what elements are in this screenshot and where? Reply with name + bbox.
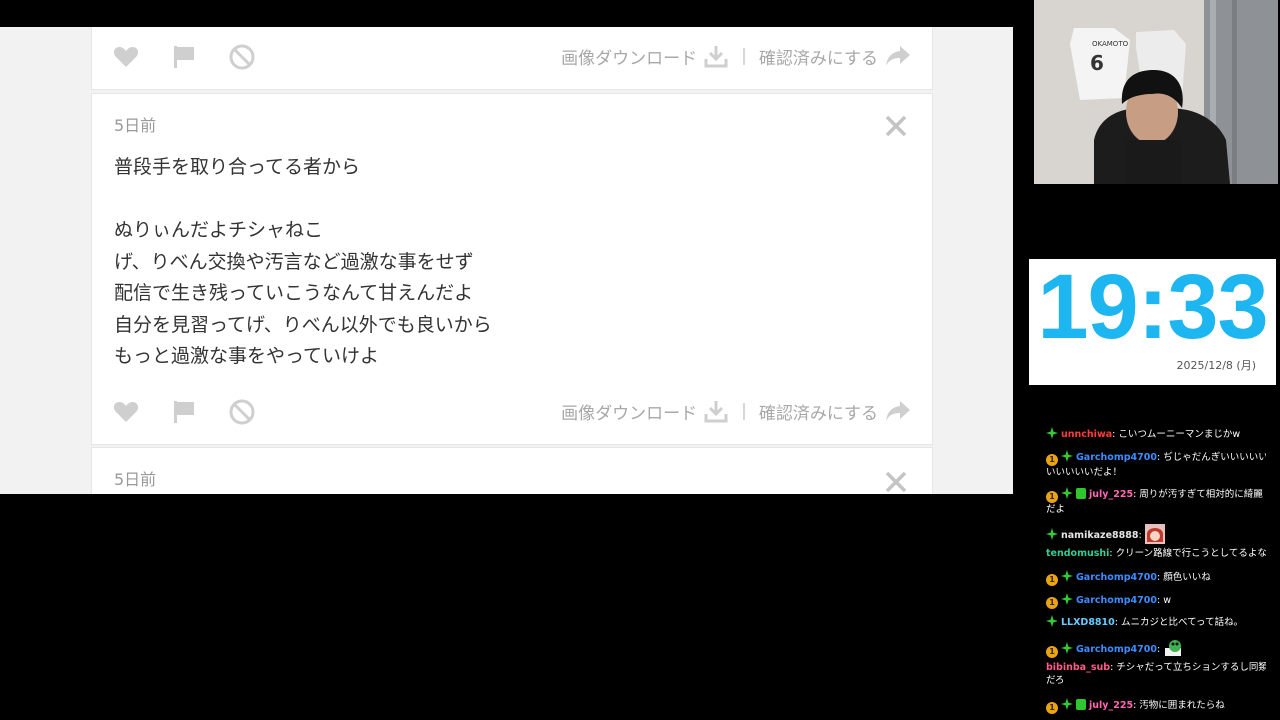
flag-icon[interactable] [170, 398, 198, 426]
chat-username[interactable]: july_225 [1089, 700, 1133, 711]
chat-username[interactable]: july_225 [1089, 489, 1133, 500]
chat-message: LLXD8810: ムニカジと比べてって話ね。 [1046, 615, 1266, 629]
chat-message: unnchiwa: こいつムーニーマンまじかw [1046, 427, 1266, 441]
chat-text: w [1163, 595, 1171, 606]
chat-message: tendomushi: クリーン路線で行こうとしてるよな [1046, 547, 1266, 560]
browser-viewport: 画像ダウンロード | 確認済みにする 5日前 普段手を取り合ってる者から ぬりぃん… [0, 27, 1013, 494]
chat-message: namikaze8888: [1046, 524, 1266, 544]
star-badge-icon [1061, 642, 1073, 654]
subscriber-badge-icon: 1 [1046, 491, 1058, 503]
close-icon[interactable] [884, 470, 908, 494]
chat-text: 汚物に囲まれたらね [1139, 700, 1225, 711]
download-icon[interactable] [703, 398, 729, 424]
message-line: ぬりぃんだよチシャねこ [114, 219, 324, 241]
chat-username[interactable]: Garchomp4700 [1076, 452, 1157, 463]
close-icon[interactable] [884, 114, 908, 138]
chat-username[interactable]: tendomushi [1046, 548, 1109, 559]
clock-date: 2025/12/8 (月) [1176, 359, 1256, 372]
webcam-feed: OKAMOTO 6 [1034, 0, 1278, 184]
star-badge-icon [1061, 593, 1073, 605]
chat-message: 1 Garchomp4700: [1046, 638, 1266, 658]
subscriber-badge-icon: 1 [1046, 454, 1058, 466]
mark-confirmed-button[interactable]: 確認済みにする [759, 44, 878, 69]
subscriber-badge-icon: 1 [1046, 646, 1058, 658]
frog-emote [1163, 638, 1183, 658]
anime-girl-emote [1144, 524, 1165, 544]
image-download-button[interactable]: 画像ダウンロード [561, 44, 697, 69]
action-bar: 画像ダウンロード | 確認済みにする [92, 35, 932, 75]
star-badge-icon [1046, 528, 1058, 540]
chat-username[interactable]: Garchomp4700 [1076, 572, 1157, 583]
share-arrow-icon[interactable] [884, 43, 912, 69]
chat-username[interactable]: Garchomp4700 [1076, 644, 1157, 655]
jersey-number: 6 [1090, 51, 1104, 75]
message-line: げ、りべん交換や汚言など過激な事をせず [114, 250, 474, 273]
chat-message: 1 july_225: 周りが汚すぎて相対的に綺麗だよ [1046, 487, 1266, 516]
chat-username[interactable]: bibinba_sub [1046, 662, 1110, 673]
block-icon[interactable] [228, 43, 256, 71]
subscriber-badge-icon: 1 [1046, 574, 1058, 586]
message-body: 普段手を取り合ってる者から ぬりぃんだよチシャねこげ、りべん交換や汚言など過激な事… [114, 152, 874, 373]
action-right-group: 画像ダウンロード | 確認済みにする [561, 41, 912, 71]
chat-message: 1 Garchomp4700: w [1046, 593, 1266, 609]
star-badge-icon [1061, 570, 1073, 582]
jersey-name: OKAMOTO [1092, 40, 1129, 48]
heart-icon[interactable] [112, 43, 140, 71]
message-line: 普段手を取り合ってる者から [114, 156, 361, 178]
message-line: 配信で生き残っていこうなんて甘えんだよ [114, 282, 474, 304]
action-right-group: 画像ダウンロード | 確認済みにする [561, 396, 912, 426]
chat-message: 1 Garchomp4700: ぢじゃだんぎいいいいいいいいいいだよ！ [1046, 450, 1266, 479]
message-time: 5日前 [114, 470, 157, 489]
star-badge-icon [1046, 615, 1058, 627]
message-time: 5日前 [114, 116, 157, 135]
chat-text: こいつムーニーマンまじかw [1118, 429, 1241, 440]
message-card-next: 5日前 [91, 447, 933, 494]
chat-message: 1 Garchomp4700: 顔色いいね [1046, 570, 1266, 586]
star-badge-icon [1061, 450, 1073, 462]
chat-text: クリーン路線で行こうとしてるよな [1115, 548, 1266, 559]
chat-username[interactable]: Garchomp4700 [1076, 595, 1157, 606]
clock-time: 19:33 [1037, 256, 1268, 358]
message-line: 自分を見習ってげ、りべん以外でも良いから [114, 313, 492, 336]
chat-text: 顔色いいね [1163, 572, 1211, 583]
clock-widget: 19:33 2025/12/8 (月) [1029, 259, 1276, 385]
message-card: 5日前 普段手を取り合ってる者から ぬりぃんだよチシャねこげ、りべん交換や汚言など… [91, 93, 933, 445]
heart-icon[interactable] [112, 398, 140, 426]
action-separator: | [741, 46, 747, 66]
message-line: もっと過激な事をやっていけよ [114, 345, 380, 367]
message-card-previous: 画像ダウンロード | 確認済みにする [91, 27, 933, 90]
chat-username[interactable]: unnchiwa [1061, 429, 1112, 440]
star-badge-icon [1046, 427, 1058, 439]
share-arrow-icon[interactable] [884, 398, 912, 424]
star-badge-icon [1061, 698, 1073, 710]
action-bar: 画像ダウンロード | 確認済みにする [92, 390, 932, 430]
chat-text: ムニカジと比べてって話ね。 [1121, 617, 1244, 628]
chat-message: bibinba_sub: チシャだって立ちションするし同類だろ [1046, 661, 1266, 687]
star-badge-icon [1061, 487, 1073, 499]
action-separator: | [741, 401, 747, 421]
chat-panel: unnchiwa: こいつムーニーマンまじかw 1 Garchomp4700: ぢじ… [1038, 420, 1266, 720]
block-icon[interactable] [228, 398, 256, 426]
flag-icon[interactable] [170, 43, 198, 71]
subscriber-badge-icon: 1 [1046, 597, 1058, 609]
chat-message: 1 july_225: 汚物に囲まれたらね [1046, 698, 1266, 714]
subscriber-badge-icon: 1 [1046, 702, 1058, 714]
mark-confirmed-button[interactable]: 確認済みにする [759, 399, 878, 424]
chat-username[interactable]: namikaze8888 [1061, 530, 1138, 541]
image-download-button[interactable]: 画像ダウンロード [561, 399, 697, 424]
gift-badge-icon [1076, 699, 1086, 710]
gift-badge-icon [1076, 488, 1086, 499]
chat-username[interactable]: LLXD8810 [1061, 617, 1115, 628]
download-icon[interactable] [703, 43, 729, 69]
